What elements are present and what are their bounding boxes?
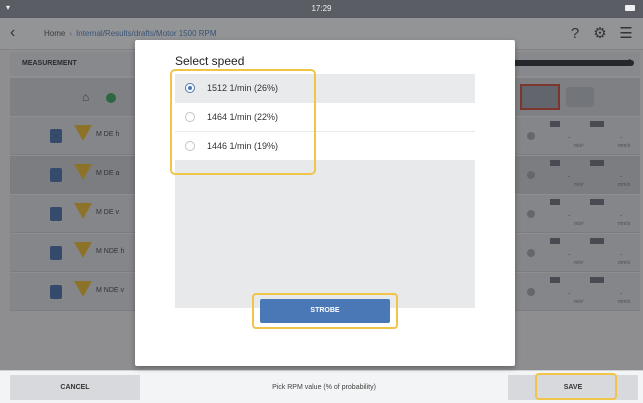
- radio-selected-icon[interactable]: [185, 83, 195, 93]
- radio-icon[interactable]: [185, 141, 195, 151]
- save-button[interactable]: SAVE: [508, 375, 638, 400]
- status-bar: ▾ 17:29: [0, 0, 643, 18]
- select-speed-dialog: Select speed 1512 1/min (26%) 1464 1/min…: [135, 40, 515, 366]
- speed-option[interactable]: 1446 1/min (19%): [175, 132, 475, 160]
- speed-option[interactable]: 1464 1/min (22%): [175, 103, 475, 131]
- speed-option-label: 1464 1/min (22%): [207, 112, 279, 122]
- speed-option[interactable]: 1512 1/min (26%): [175, 74, 475, 102]
- hint-text: Pick RPM value (% of probability): [272, 384, 376, 391]
- battery-icon: [625, 5, 635, 11]
- cancel-button[interactable]: CANCEL: [10, 375, 140, 400]
- speed-options-list: 1512 1/min (26%) 1464 1/min (22%) 1446 1…: [175, 74, 475, 308]
- screen: ▾ 17:29 ‹ Home › Internal/Results/drafts/M…: [0, 0, 643, 403]
- speed-option-label: 1512 1/min (26%): [207, 83, 279, 93]
- radio-icon[interactable]: [185, 112, 195, 122]
- dialog-title: Select speed: [175, 54, 245, 68]
- strobe-button[interactable]: STROBE: [260, 299, 390, 323]
- speed-option-label: 1446 1/min (19%): [207, 141, 279, 151]
- bottom-bar: CANCEL Pick RPM value (% of probability)…: [0, 370, 643, 403]
- status-time: 17:29: [311, 4, 332, 13]
